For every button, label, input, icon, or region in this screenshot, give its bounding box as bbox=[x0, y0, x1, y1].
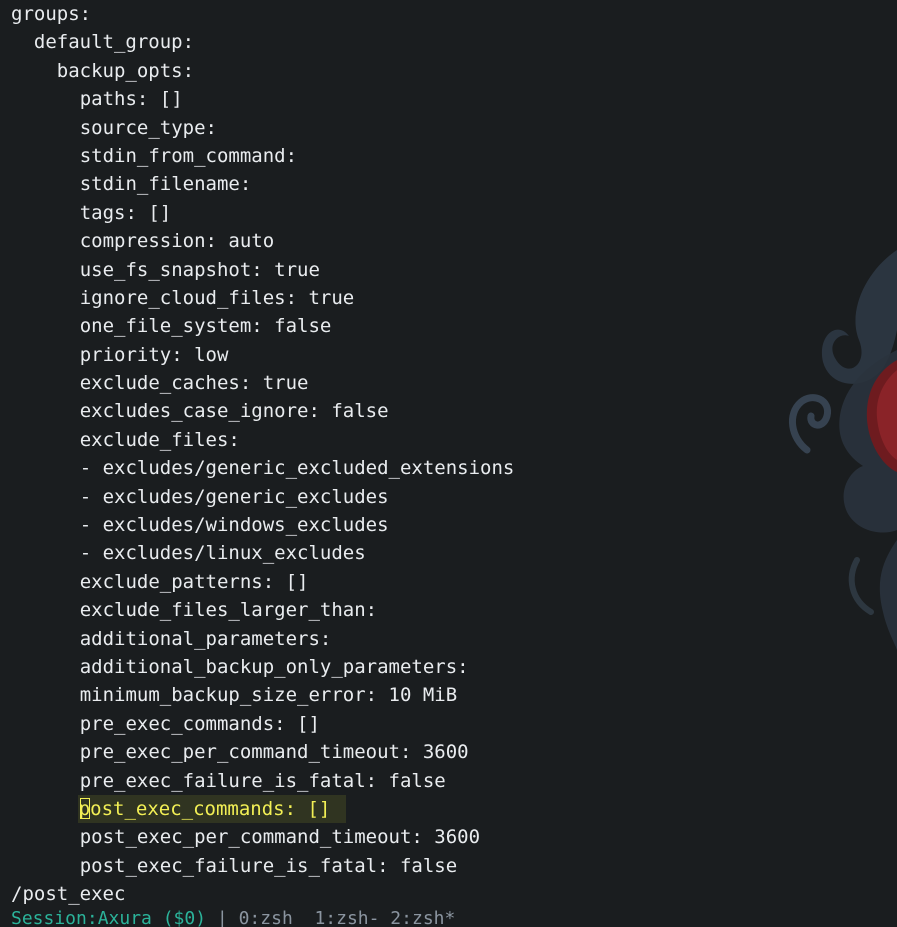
buffer-line[interactable]: additional_backup_only_parameters: bbox=[11, 653, 897, 681]
buffer-line-text: additional_parameters: bbox=[79, 627, 332, 650]
buffer-line-text: - excludes/generic_excluded_extensions bbox=[79, 457, 515, 480]
buffer-line-text: default_group: bbox=[33, 31, 195, 54]
buffer-line-text: excludes_case_ignore: false bbox=[79, 400, 389, 423]
buffer-line-text: stdin_filename: bbox=[79, 173, 252, 196]
buffer-line-text: one_file_system: false bbox=[79, 315, 332, 338]
buffer-line-text: paths: [] bbox=[79, 88, 183, 111]
buffer-line[interactable]: - excludes/generic_excluded_extensions bbox=[11, 454, 897, 482]
status-window-list[interactable]: 0:zsh 1:zsh- 2:zsh* bbox=[239, 908, 456, 927]
buffer-line[interactable]: exclude_caches: true bbox=[11, 369, 897, 397]
buffer-line[interactable]: groups: bbox=[11, 0, 897, 28]
buffer-line-text: groups: bbox=[11, 3, 92, 25]
buffer-line[interactable]: pre_exec_per_command_timeout: 3600 bbox=[11, 738, 897, 766]
buffer-line-text: - excludes/windows_excludes bbox=[79, 514, 389, 537]
buffer-line-text: backup_opts: bbox=[56, 59, 195, 82]
buffer-line-text: - excludes/generic_excludes bbox=[79, 485, 389, 508]
buffer-line-text: additional_backup_only_parameters: bbox=[79, 655, 469, 678]
buffer-line[interactable]: pre_exec_failure_is_fatal: false bbox=[11, 767, 897, 795]
buffer-line[interactable]: pre_exec_commands: [] bbox=[11, 710, 897, 738]
editor-buffer[interactable]: groups: default_group: backup_opts: paths: … bbox=[11, 0, 897, 909]
buffer-line[interactable]: one_file_system: false bbox=[11, 312, 897, 340]
search-highlight: post_exec_commands: [] bbox=[77, 794, 347, 824]
buffer-line[interactable]: stdin_from_command: bbox=[11, 142, 897, 170]
buffer-line[interactable]: source_type: bbox=[11, 114, 897, 142]
buffer-line-text: pre_exec_commands: [] bbox=[79, 712, 320, 735]
buffer-line[interactable]: post_exec_per_command_timeout: 3600 bbox=[11, 823, 897, 851]
buffer-line-text: post_exec_per_command_timeout: 3600 bbox=[79, 826, 481, 849]
buffer-line-text: stdin_from_command: bbox=[79, 144, 298, 167]
buffer-line-text: exclude_files_larger_than: bbox=[79, 599, 378, 622]
buffer-line[interactable]: excludes_case_ignore: false bbox=[11, 397, 897, 425]
buffer-line-search-match[interactable]: post_exec_commands: [] bbox=[11, 794, 897, 824]
buffer-line[interactable]: default_group: bbox=[11, 28, 897, 56]
status-session-name[interactable]: Session:Axura ($0) bbox=[11, 908, 206, 927]
buffer-line[interactable]: stdin_filename: bbox=[11, 170, 897, 198]
buffer-line[interactable]: minimum_backup_size_error: 10 MiB bbox=[11, 681, 897, 709]
buffer-line[interactable]: exclude_files_larger_than: bbox=[11, 596, 897, 624]
buffer-line-text: source_type: bbox=[79, 116, 217, 139]
buffer-line-text: minimum_backup_size_error: 10 MiB bbox=[79, 684, 458, 707]
buffer-line[interactable]: exclude_files: bbox=[11, 426, 897, 454]
buffer-line-text: - excludes/linux_excludes bbox=[79, 542, 366, 565]
buffer-line[interactable]: backup_opts: bbox=[11, 57, 897, 85]
buffer-line-text: compression: auto bbox=[79, 230, 275, 253]
buffer-line[interactable]: paths: [] bbox=[11, 85, 897, 113]
buffer-line-text: pre_exec_per_command_timeout: 3600 bbox=[79, 741, 469, 764]
buffer-line[interactable]: - excludes/windows_excludes bbox=[11, 511, 897, 539]
buffer-line-text: tags: [] bbox=[79, 201, 172, 224]
buffer-line-text: post_exec_failure_is_fatal: false bbox=[79, 854, 458, 877]
buffer-line[interactable]: - excludes/linux_excludes bbox=[11, 539, 897, 567]
buffer-line-text: priority: low bbox=[79, 343, 229, 366]
status-separator: | bbox=[206, 908, 239, 927]
buffer-line-text: /post_exec bbox=[11, 883, 126, 906]
buffer-line[interactable]: ignore_cloud_files: true bbox=[11, 284, 897, 312]
tmux-status-bar: Session:Axura ($0) | 0:zsh 1:zsh- 2:zsh* bbox=[11, 905, 455, 927]
terminal-window[interactable]: groups: default_group: backup_opts: paths: … bbox=[0, 0, 897, 927]
buffer-line-text: ignore_cloud_files: true bbox=[79, 286, 355, 309]
buffer-line[interactable]: compression: auto bbox=[11, 227, 897, 255]
buffer-line-text: exclude_caches: true bbox=[79, 372, 309, 395]
buffer-line[interactable]: additional_parameters: bbox=[11, 625, 897, 653]
buffer-line-text: exclude_patterns: [] bbox=[79, 570, 309, 593]
buffer-line[interactable]: tags: [] bbox=[11, 199, 897, 227]
buffer-line[interactable]: use_fs_snapshot: true bbox=[11, 256, 897, 284]
buffer-line[interactable]: exclude_patterns: [] bbox=[11, 568, 897, 596]
buffer-line[interactable]: post_exec_failure_is_fatal: false bbox=[11, 852, 897, 880]
buffer-line[interactable]: - excludes/generic_excludes bbox=[11, 483, 897, 511]
buffer-line-text: use_fs_snapshot: true bbox=[79, 258, 320, 281]
buffer-line-text: exclude_files: bbox=[79, 428, 240, 451]
buffer-line[interactable]: priority: low bbox=[11, 341, 897, 369]
buffer-line-text: post_exec_commands: [] bbox=[78, 797, 331, 820]
buffer-line-text: pre_exec_failure_is_fatal: false bbox=[79, 769, 446, 792]
